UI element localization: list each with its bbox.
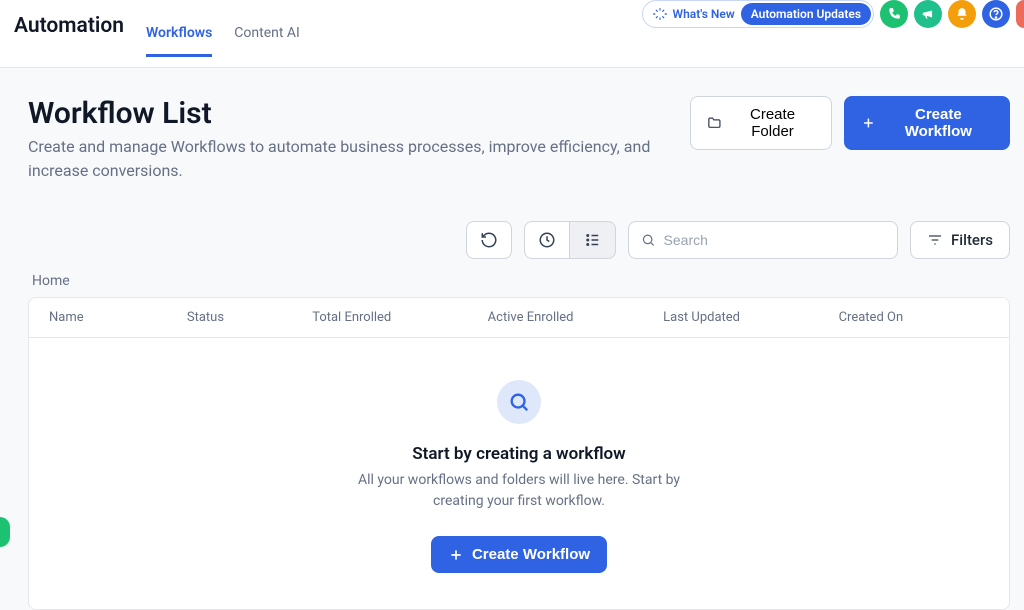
empty-state: Start by creating a workflow All your wo… <box>29 338 1009 609</box>
question-icon <box>989 7 1003 21</box>
clock-icon <box>538 231 556 249</box>
table-header: Name Status Total Enrolled Active Enroll… <box>29 298 1009 338</box>
create-folder-label: Create Folder <box>730 106 815 140</box>
create-workflow-label: Create Workflow <box>884 106 993 140</box>
filters-label: Filters <box>951 231 993 249</box>
empty-title: Start by creating a workflow <box>49 444 989 464</box>
list-icon <box>584 231 602 249</box>
empty-description: All your workflows and folders will live… <box>339 470 699 512</box>
view-toggle <box>524 221 616 259</box>
bell-icon <box>955 7 969 21</box>
column-last-updated: Last Updated <box>663 310 838 325</box>
column-total-enrolled: Total Enrolled <box>312 310 487 325</box>
list-view-button[interactable] <box>570 221 616 259</box>
column-active-enrolled: Active Enrolled <box>488 310 663 325</box>
workflow-table: Name Status Total Enrolled Active Enroll… <box>28 297 1010 610</box>
tab-content-ai[interactable]: Content AI <box>234 11 300 57</box>
whats-new-label: What's New <box>673 7 735 21</box>
updates-badge: Automation Updates <box>741 3 871 25</box>
help-button[interactable] <box>982 0 1010 28</box>
create-folder-button[interactable]: Create Folder <box>690 96 832 150</box>
search-icon <box>641 232 656 248</box>
page-description: Create and manage Workflows to automate … <box>28 135 690 183</box>
section-title: Automation <box>14 14 124 54</box>
folder-icon <box>707 115 722 131</box>
notifications-button[interactable] <box>948 0 976 28</box>
column-status: Status <box>187 310 312 325</box>
announce-button[interactable] <box>914 0 942 28</box>
search-input[interactable] <box>664 232 885 248</box>
sparkle-icon <box>653 7 667 21</box>
filters-button[interactable]: Filters <box>910 221 1010 259</box>
whats-new-pill[interactable]: What's New Automation Updates <box>642 0 874 28</box>
avatar[interactable] <box>1016 0 1024 28</box>
phone-icon <box>887 7 901 21</box>
filter-icon <box>927 232 943 248</box>
plus-icon <box>448 547 464 563</box>
page-title: Workflow List <box>28 96 690 131</box>
column-name: Name <box>49 310 187 325</box>
phone-button[interactable] <box>880 0 908 28</box>
refresh-button[interactable] <box>466 221 512 259</box>
megaphone-icon <box>921 7 935 21</box>
empty-state-icon-wrap <box>497 380 541 424</box>
breadcrumb[interactable]: Home <box>32 273 1010 289</box>
column-created-on: Created On <box>839 310 989 325</box>
search-input-wrap[interactable] <box>628 221 898 259</box>
plus-icon <box>861 115 876 131</box>
empty-create-workflow-button[interactable]: Create Workflow <box>431 536 607 573</box>
refresh-icon <box>480 231 498 249</box>
create-workflow-button[interactable]: Create Workflow <box>844 96 1010 150</box>
empty-cta-label: Create Workflow <box>472 546 590 563</box>
tab-workflows[interactable]: Workflows <box>146 11 212 57</box>
recent-view-button[interactable] <box>524 221 570 259</box>
search-empty-icon <box>508 391 530 413</box>
